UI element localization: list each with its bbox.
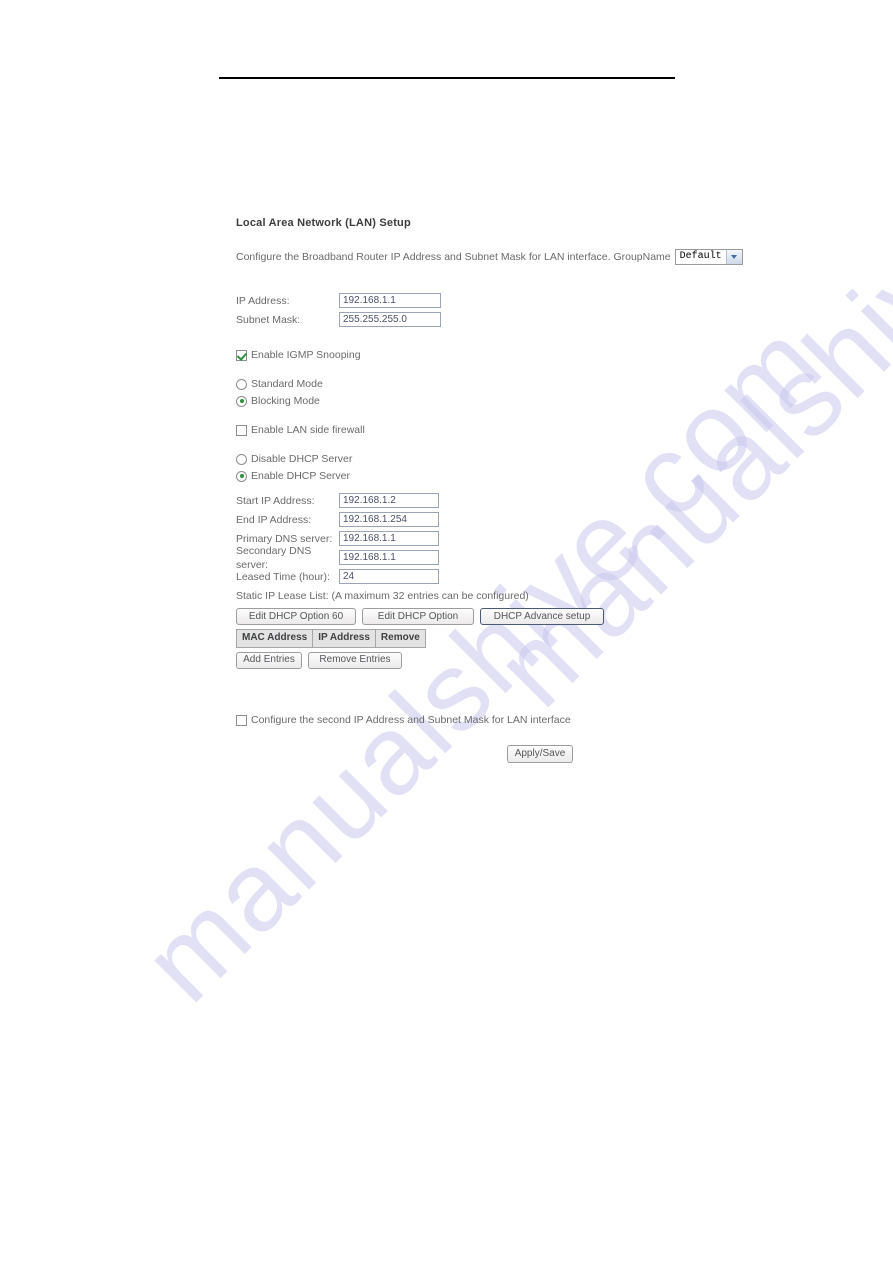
second-ip-checkbox[interactable] <box>236 714 247 726</box>
lan-firewall-row[interactable]: Enable LAN side firewall <box>236 423 686 438</box>
enable-dhcp-radio[interactable] <box>236 470 247 482</box>
end-ip-input[interactable]: 192.168.1.254 <box>339 512 439 528</box>
groupname-select[interactable]: Default <box>674 248 743 265</box>
ip-address-row: IP Address: 192.168.1.1 <box>236 292 686 310</box>
groupname-select-value: Default <box>679 250 722 262</box>
column-header-ip-address: IP Address <box>312 629 376 648</box>
apply-row: Apply/Save <box>236 744 573 763</box>
secondary-dns-input[interactable]: 192.168.1.1 <box>339 550 439 566</box>
standard-mode-radio[interactable] <box>236 378 247 390</box>
start-ip-input[interactable]: 192.168.1.2 <box>339 493 439 509</box>
standard-mode-row[interactable]: Standard Mode <box>236 377 686 392</box>
entry-button-row: Add Entries Remove Entries <box>236 651 686 669</box>
subnet-mask-label: Subnet Mask: <box>236 313 301 326</box>
lan-setup-form: Local Area Network (LAN) Setup Configure… <box>235 216 743 763</box>
second-ip-label: Configure the second IP Address and Subn… <box>251 713 571 726</box>
primary-dns-input[interactable]: 192.168.1.1 <box>339 531 439 547</box>
ip-address-label: IP Address: <box>236 294 290 307</box>
dhcp-option-button-row: Edit DHCP Option 60 Edit DHCP Option DHC… <box>236 608 686 626</box>
add-entries-button[interactable]: Add Entries <box>236 651 302 669</box>
lan-firewall-checkbox[interactable] <box>236 424 247 436</box>
secondary-dns-row: Secondary DNS server: 192.168.1.1 <box>236 545 686 571</box>
table-header-row: MAC Address IP Address Remove <box>235 629 426 648</box>
start-ip-label: Start IP Address: <box>236 494 315 507</box>
column-header-remove: Remove <box>374 629 426 648</box>
blocking-mode-row[interactable]: Blocking Mode <box>236 394 686 409</box>
disable-dhcp-label: Disable DHCP Server <box>251 453 353 466</box>
end-ip-label: End IP Address: <box>236 513 312 526</box>
igmp-snooping-checkbox[interactable] <box>236 349 247 361</box>
blocking-mode-radio[interactable] <box>236 395 247 407</box>
standard-mode-label: Standard Mode <box>251 378 323 391</box>
igmp-snooping-row[interactable]: Enable IGMP Snooping <box>236 348 686 363</box>
apply-save-button[interactable]: Apply/Save <box>507 744 573 763</box>
static-lease-table: MAC Address IP Address Remove <box>235 629 426 648</box>
subnet-mask-row: Subnet Mask: 255.255.255.0 <box>236 311 686 329</box>
start-ip-row: Start IP Address: 192.168.1.2 <box>236 492 686 510</box>
document-page: Local Area Network (LAN) Setup Configure… <box>0 0 893 1263</box>
igmp-snooping-label: Enable IGMP Snooping <box>251 349 361 362</box>
static-lease-note: Static IP Lease List: (A maximum 32 entr… <box>236 589 529 602</box>
intro-text: Configure the Broadband Router IP Addres… <box>236 250 671 263</box>
ip-address-input[interactable]: 192.168.1.1 <box>339 293 441 309</box>
enable-dhcp-row[interactable]: Enable DHCP Server <box>236 469 686 484</box>
end-ip-row: End IP Address: 192.168.1.254 <box>236 511 686 529</box>
column-header-mac-address: MAC Address <box>235 629 314 648</box>
blocking-mode-label: Blocking Mode <box>251 395 320 408</box>
leased-time-label: Leased Time (hour): <box>236 570 330 583</box>
leased-time-input[interactable]: 24 <box>339 569 439 585</box>
dhcp-advance-setup-button[interactable]: DHCP Advance setup <box>480 608 604 626</box>
edit-dhcp-option-button[interactable]: Edit DHCP Option <box>362 608 474 626</box>
header-divider <box>219 77 675 79</box>
enable-dhcp-label: Enable DHCP Server <box>251 470 351 483</box>
disable-dhcp-radio[interactable] <box>236 453 247 465</box>
remove-entries-button[interactable]: Remove Entries <box>308 651 402 669</box>
edit-dhcp-option-60-button[interactable]: Edit DHCP Option 60 <box>236 608 356 626</box>
secondary-dns-label: Secondary DNS server: <box>236 544 312 571</box>
subnet-mask-input[interactable]: 255.255.255.0 <box>339 312 441 328</box>
second-ip-row[interactable]: Configure the second IP Address and Subn… <box>236 713 686 728</box>
lan-firewall-label: Enable LAN side firewall <box>251 424 365 437</box>
intro-row: Configure the Broadband Router IP Addres… <box>236 248 743 265</box>
disable-dhcp-row[interactable]: Disable DHCP Server <box>236 452 686 467</box>
leased-time-row: Leased Time (hour): 24 <box>236 568 686 586</box>
page-title: Local Area Network (LAN) Setup <box>236 217 411 229</box>
chevron-down-icon[interactable] <box>725 249 742 264</box>
